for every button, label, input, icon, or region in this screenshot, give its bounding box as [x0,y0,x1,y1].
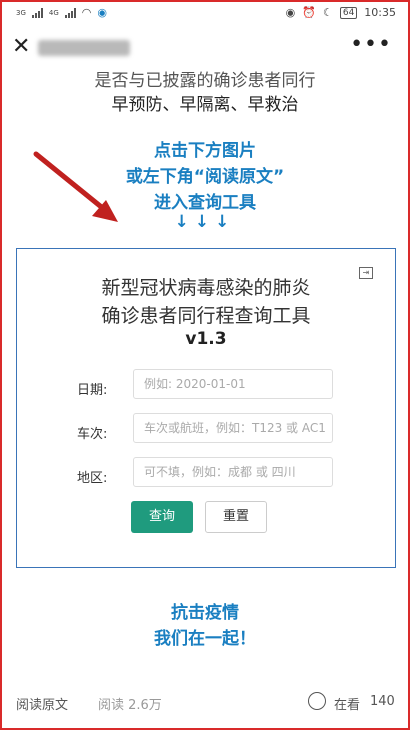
article-line-2: 早预防、早隔离、早救治 [111,95,299,115]
moon-icon: ☾ [322,6,333,19]
bottom-bar: 阅读原文 阅读 2.6万 在看 140 [0,688,410,718]
date-input[interactable]: 例如: 2020-01-01 [133,369,333,399]
train-label: 车次: [77,427,108,442]
eye-icon: ◉ [285,6,296,19]
tool-title-line-2: 确诊患者同行程查询工具 [101,305,311,327]
signal-1-label: 3G [16,8,26,17]
app-icon: ◉ [97,6,107,19]
region-label: 地区: [77,471,108,486]
wow-label[interactable]: 在看 [334,694,360,713]
clock: 10:35 [364,6,396,19]
region-input[interactable]: 可不填，例如：成都 或 四川 [133,457,333,487]
signal-2-label: 4G [48,8,59,17]
tool-version: v1.3 [185,329,227,349]
top-nav: ✕ ••• [0,28,410,68]
query-tool-card[interactable]: ⇥ 新型冠状病毒感染的肺炎 确诊患者同行程查询工具 v1.3 日期: 例如: 2… [16,248,396,568]
signal-icon [31,7,43,18]
tool-title-line-1: 新型冠状病毒感染的肺炎 [101,277,311,299]
red-pointer-arrow-icon [33,151,118,222]
blurred-title [38,40,130,56]
wifi-icon: ◠ [81,6,92,19]
alarm-icon: ⏰ [302,6,316,19]
read-original-link[interactable]: 阅读原文 [16,694,68,713]
close-icon[interactable]: ✕ [12,34,30,59]
closing-line-2: 我们在一起！ [154,629,256,649]
query-button[interactable]: 查询 [131,501,193,533]
reset-button[interactable]: 重置 [205,501,267,533]
more-menu-icon[interactable]: ••• [350,32,392,57]
status-bar: 3G 4G ◠ ◉ ◉ ⏰ ☾ 64 10:35 [0,0,410,28]
closing-line-1: 抗击疫情 [171,603,239,623]
read-count: 阅读 2.6万 [98,698,162,713]
battery-indicator: 64 [339,6,358,19]
train-input[interactable]: 车次或航班，例如：T123 或 AC1 [133,413,333,443]
date-label: 日期: [77,383,108,398]
wow-count: 140 [370,694,395,709]
signal-icon-2 [64,7,76,18]
wow-icon[interactable] [308,692,326,710]
article-line-1: 是否与已披露的确诊患者同行 [94,71,316,91]
